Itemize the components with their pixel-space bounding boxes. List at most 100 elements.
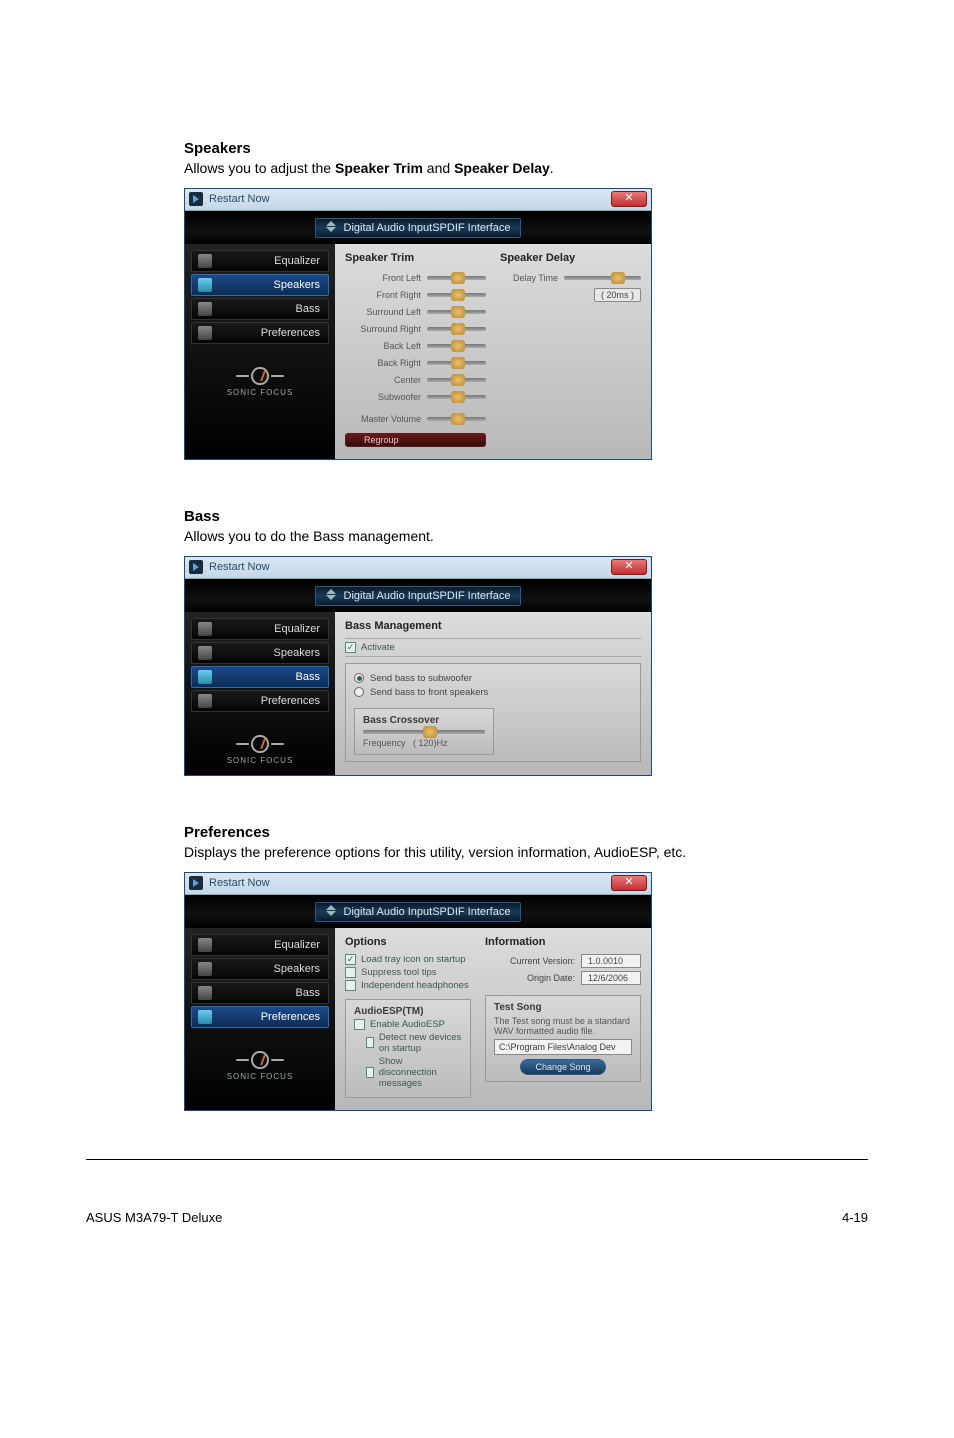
sidebar-item-equalizer[interactable]: Equalizer bbox=[191, 250, 329, 272]
speakers-desc: Allows you to adjust the Speaker Trim an… bbox=[184, 159, 844, 178]
text: Speaker Delay bbox=[454, 160, 550, 176]
sidebar-item-label: Preferences bbox=[261, 695, 320, 707]
sidebar-item-preferences[interactable]: Preferences bbox=[191, 1006, 329, 1028]
master-volume-slider[interactable] bbox=[427, 417, 486, 421]
activate-checkbox[interactable] bbox=[345, 642, 356, 653]
back-left-slider[interactable] bbox=[427, 344, 486, 348]
frequency-value: ( 120)Hz bbox=[413, 738, 448, 748]
window-title: Restart Now bbox=[209, 193, 270, 205]
chk-label: Load tray icon on startup bbox=[361, 954, 466, 965]
restart-icon bbox=[189, 560, 203, 574]
page-footer: ASUS M3A79-T Deluxe 4-19 bbox=[0, 1166, 954, 1225]
digital-input-selector[interactable]: Digital Audio InputSPDIF Interface bbox=[315, 902, 522, 922]
sidebar: Equalizer Speakers Bass Preferences SONI… bbox=[185, 244, 335, 459]
titlebar: Restart Now ✕ bbox=[185, 873, 651, 895]
spinner-icon[interactable] bbox=[326, 905, 338, 919]
crossover-slider[interactable] bbox=[363, 730, 485, 734]
text: Allows you to adjust the bbox=[184, 160, 335, 176]
close-button[interactable]: ✕ bbox=[611, 875, 647, 891]
speakers-panel: Speaker Trim Front Left Front Right Surr… bbox=[335, 244, 651, 459]
delay-time-label: Delay Time bbox=[500, 273, 558, 283]
surround-left-slider[interactable] bbox=[427, 310, 486, 314]
digital-input-label: Digital Audio InputSPDIF Interface bbox=[344, 222, 511, 234]
bass-panel: Bass Management Activate Send bass to su… bbox=[335, 612, 651, 775]
slider-label: Subwoofer bbox=[345, 392, 421, 402]
window-title: Restart Now bbox=[209, 877, 270, 889]
radio-label: Send bass to subwoofer bbox=[370, 673, 472, 684]
window-title: Restart Now bbox=[209, 561, 270, 573]
chk-label: Enable AudioESP bbox=[370, 1019, 445, 1030]
slider-label: Back Left bbox=[345, 341, 421, 351]
subwoofer-slider[interactable] bbox=[427, 395, 486, 399]
sidebar-item-label: Speakers bbox=[274, 963, 320, 975]
center-slider[interactable] bbox=[427, 378, 486, 382]
slider-label: Center bbox=[345, 375, 421, 385]
independent-headphones-checkbox[interactable] bbox=[345, 980, 356, 991]
sidebar-item-label: Bass bbox=[296, 303, 320, 315]
sidebar-item-bass[interactable]: Bass bbox=[191, 298, 329, 320]
change-song-button[interactable]: Change Song bbox=[520, 1059, 605, 1075]
detect-devices-checkbox[interactable] bbox=[366, 1037, 374, 1048]
sidebar-item-bass[interactable]: Bass bbox=[191, 666, 329, 688]
footer-right: 4-19 bbox=[842, 1210, 868, 1225]
titlebar: Restart Now ✕ bbox=[185, 557, 651, 579]
enable-audioesp-checkbox[interactable] bbox=[354, 1019, 365, 1030]
sidebar-item-speakers[interactable]: Speakers bbox=[191, 958, 329, 980]
sidebar-item-label: Equalizer bbox=[274, 623, 320, 635]
close-button[interactable]: ✕ bbox=[611, 191, 647, 207]
suppress-tips-checkbox[interactable] bbox=[345, 967, 356, 978]
front-right-slider[interactable] bbox=[427, 293, 486, 297]
digital-input-label: Digital Audio InputSPDIF Interface bbox=[344, 590, 511, 602]
sidebar-item-label: Bass bbox=[296, 987, 320, 999]
load-tray-checkbox[interactable] bbox=[345, 954, 356, 965]
tab-icon bbox=[198, 326, 212, 340]
sidebar-item-bass[interactable]: Bass bbox=[191, 982, 329, 1004]
regroup-button[interactable]: Regroup bbox=[345, 433, 486, 447]
send-bass-front-radio[interactable] bbox=[354, 687, 364, 697]
audioesp-group: AudioESP(TM) Enable AudioESP Detect new … bbox=[345, 999, 471, 1098]
tab-icon bbox=[198, 694, 212, 708]
bass-management-title: Bass Management bbox=[345, 620, 641, 632]
preferences-desc: Displays the preference options for this… bbox=[184, 843, 844, 862]
logo-text: SONIC FOCUS bbox=[227, 756, 294, 765]
digital-input-selector[interactable]: Digital Audio InputSPDIF Interface bbox=[315, 586, 522, 606]
test-song-group: Test Song The Test song must be a standa… bbox=[485, 995, 641, 1082]
restart-icon bbox=[189, 192, 203, 206]
chk-label: Suppress tool tips bbox=[361, 967, 437, 978]
tab-icon bbox=[198, 986, 212, 1000]
sidebar-item-preferences[interactable]: Preferences bbox=[191, 322, 329, 344]
bass-desc: Allows you to do the Bass management. bbox=[184, 527, 844, 546]
sonic-focus-logo: SONIC FOCUS bbox=[191, 734, 329, 765]
sonic-focus-logo: SONIC FOCUS bbox=[191, 1050, 329, 1081]
bass-heading: Bass bbox=[184, 508, 844, 525]
sidebar-item-label: Equalizer bbox=[274, 255, 320, 267]
front-left-slider[interactable] bbox=[427, 276, 486, 280]
sidebar-item-speakers[interactable]: Speakers bbox=[191, 642, 329, 664]
tab-icon bbox=[198, 254, 212, 268]
sonic-focus-logo: SONIC FOCUS bbox=[191, 366, 329, 397]
send-bass-subwoofer-radio[interactable] bbox=[354, 673, 364, 683]
sidebar: Equalizer Speakers Bass Preferences SONI… bbox=[185, 928, 335, 1110]
surround-right-slider[interactable] bbox=[427, 327, 486, 331]
spinner-icon[interactable] bbox=[326, 221, 338, 235]
sidebar-item-equalizer[interactable]: Equalizer bbox=[191, 934, 329, 956]
bass-window: Restart Now ✕ Digital Audio InputSPDIF I… bbox=[184, 556, 652, 776]
sidebar-item-equalizer[interactable]: Equalizer bbox=[191, 618, 329, 640]
delay-time-slider[interactable] bbox=[564, 276, 641, 280]
text: . bbox=[550, 160, 554, 176]
version-value: 1.0.0010 bbox=[581, 954, 641, 968]
sidebar-item-speakers[interactable]: Speakers bbox=[191, 274, 329, 296]
footer-left: ASUS M3A79-T Deluxe bbox=[86, 1210, 222, 1225]
tab-icon bbox=[198, 670, 212, 684]
close-button[interactable]: ✕ bbox=[611, 559, 647, 575]
slider-label: Front Right bbox=[345, 290, 421, 300]
spinner-icon[interactable] bbox=[326, 589, 338, 603]
text: and bbox=[423, 160, 454, 176]
tab-icon bbox=[198, 1010, 212, 1024]
back-right-slider[interactable] bbox=[427, 361, 486, 365]
delay-time-value: ( 20ms ) bbox=[594, 288, 641, 302]
digital-input-selector[interactable]: Digital Audio InputSPDIF Interface bbox=[315, 218, 522, 238]
sidebar-item-label: Preferences bbox=[261, 327, 320, 339]
sidebar-item-preferences[interactable]: Preferences bbox=[191, 690, 329, 712]
show-disconnect-checkbox[interactable] bbox=[366, 1067, 374, 1078]
